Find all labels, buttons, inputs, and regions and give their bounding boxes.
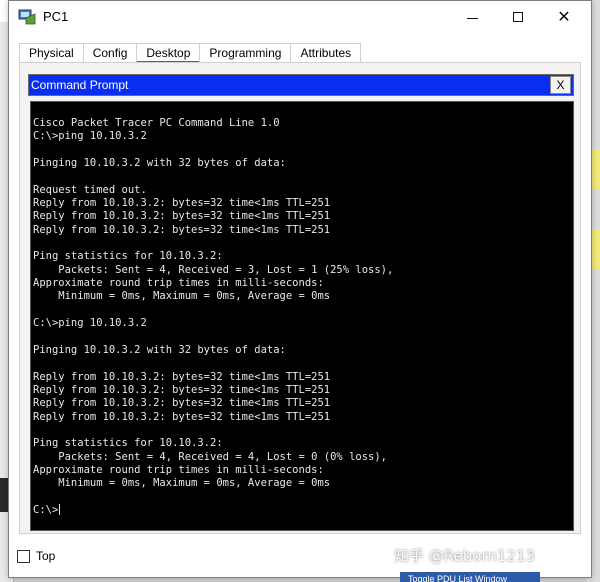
terminal-line: Reply from 10.10.3.2: bytes=32 time<1ms … — [33, 383, 331, 396]
terminal-line: Reply from 10.10.3.2: bytes=32 time<1ms … — [33, 210, 331, 223]
minimize-button[interactable] — [449, 1, 495, 33]
terminal-line: C:\> — [33, 503, 61, 516]
terminal-line: Ping statistics for 10.10.3.2: — [33, 250, 223, 263]
tab-programming[interactable]: Programming — [199, 43, 292, 63]
background-pdu-list-tab: Toggle PDU List Window — [400, 572, 540, 582]
terminal-line: Approximate round trip times in milli-se… — [33, 277, 324, 290]
terminal-line: Reply from 10.10.3.2: bytes=32 time<1ms … — [33, 370, 331, 383]
top-checkbox[interactable] — [17, 549, 30, 563]
maximize-button[interactable] — [495, 1, 541, 33]
command-prompt-title: Command Prompt — [31, 78, 129, 92]
command-prompt-close-button[interactable]: X — [550, 76, 571, 94]
terminal-line: Pinging 10.10.3.2 with 32 bytes of data: — [33, 157, 286, 170]
terminal-line: Reply from 10.10.3.2: bytes=32 time<1ms … — [33, 223, 331, 236]
terminal-output: Cisco Packet Tracer PC Command Line 1.0 C… — [33, 117, 393, 517]
terminal-line: Request timed out. — [33, 183, 147, 196]
terminal-line: Minimum = 0ms, Maximum = 0ms, Average = … — [33, 290, 331, 303]
terminal-line: Pinging 10.10.3.2 with 32 bytes of data: — [33, 343, 286, 356]
watermark-text: 知乎 @Reborn1213 — [394, 547, 536, 565]
terminal-line: Minimum = 0ms, Maximum = 0ms, Average = … — [33, 477, 331, 490]
terminal-line: Reply from 10.10.3.2: bytes=32 time<1ms … — [33, 410, 331, 423]
maximize-icon — [513, 12, 523, 22]
pc1-dialog-window: PC1 ✕ Physical Config Desktop Programmin… — [8, 0, 592, 578]
terminal-line: Packets: Sent = 4, Received = 4, Lost = … — [33, 450, 388, 463]
terminal-line: Approximate round trip times in milli-se… — [33, 463, 324, 476]
text-cursor — [59, 503, 61, 515]
terminal-line: Packets: Sent = 4, Received = 3, Lost = … — [33, 263, 394, 276]
terminal-line: C:\>ping 10.10.3.2 — [33, 317, 147, 330]
tab-config[interactable]: Config — [82, 43, 138, 63]
close-icon: ✕ — [557, 7, 571, 26]
tab-attributes[interactable]: Attributes — [290, 43, 362, 63]
terminal-line: Reply from 10.10.3.2: bytes=32 time<1ms … — [33, 197, 331, 210]
terminal-line: C:\>ping 10.10.3.2 — [33, 130, 147, 143]
top-checkbox-label: Top — [36, 549, 56, 563]
terminal-line: Reply from 10.10.3.2: bytes=32 time<1ms … — [33, 397, 331, 410]
close-window-button[interactable]: ✕ — [541, 1, 587, 33]
always-on-top-option[interactable]: Top — [17, 549, 55, 563]
packet-tracer-app-icon — [18, 9, 36, 25]
title-bar[interactable]: PC1 ✕ — [9, 1, 591, 33]
tab-physical[interactable]: Physical — [19, 43, 84, 63]
terminal-line: Ping statistics for 10.10.3.2: — [33, 437, 223, 450]
tab-desktop[interactable]: Desktop — [136, 43, 201, 63]
command-prompt-header: Command Prompt X — [28, 74, 574, 96]
window-title: PC1 — [43, 9, 69, 24]
minimize-icon — [466, 17, 478, 19]
command-prompt-terminal[interactable]: Cisco Packet Tracer PC Command Line 1.0 C… — [30, 101, 574, 531]
device-tabs: Physical Config Desktop Programming Attr… — [19, 43, 362, 63]
terminal-line: Cisco Packet Tracer PC Command Line 1.0 — [33, 117, 280, 129]
